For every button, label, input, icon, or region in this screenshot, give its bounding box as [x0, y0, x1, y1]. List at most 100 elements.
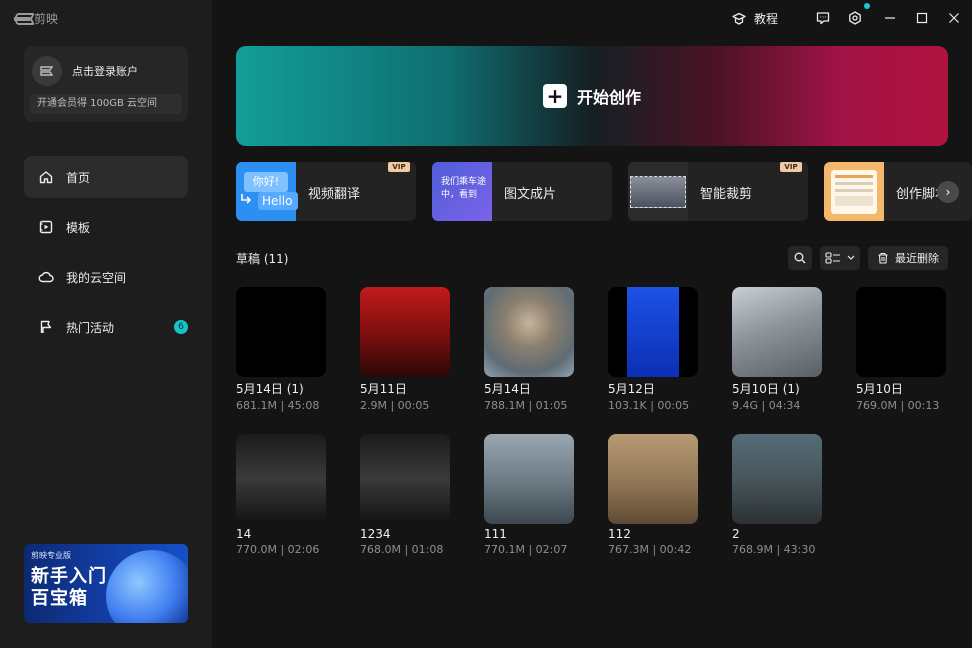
draft-thumbnail[interactable]	[608, 434, 698, 524]
close-button[interactable]	[946, 10, 962, 26]
draft-item[interactable]: 1234 768.0M | 01:08	[360, 434, 450, 556]
settings-button[interactable]	[847, 10, 863, 26]
quick-action-label: 图文成片	[504, 187, 557, 202]
draft-name: 5月11日	[360, 382, 407, 396]
chevron-right-icon: ›	[945, 185, 951, 199]
text-to-video-thumb: 我们乘车途中，看到	[432, 162, 492, 221]
app-window: 剪映 点击登录账户 开通会员得 100GB 云空间 首页 模板 我的云空间 热门…	[0, 0, 972, 648]
user-logo-icon	[40, 66, 54, 76]
recent-delete-button[interactable]: 最近删除	[868, 246, 948, 270]
draft-item[interactable]: 5月10日 769.0M | 00:13	[856, 287, 946, 412]
vip-badge: VIP	[388, 162, 410, 172]
draft-meta: 2.9M | 00:05	[360, 399, 430, 412]
draft-thumbnail[interactable]	[236, 434, 326, 524]
view-mode-button[interactable]	[820, 246, 860, 270]
quick-action-smart-crop[interactable]: 智能裁剪 VIP	[628, 162, 808, 221]
draft-thumbnail[interactable]	[732, 287, 822, 377]
membership-promo[interactable]: 开通会员得 100GB 云空间	[30, 94, 182, 114]
start-creation-label: 开始创作	[576, 88, 641, 107]
title-bar: 教程	[212, 0, 972, 36]
draft-meta: 9.4G | 04:34	[732, 399, 801, 412]
draft-item[interactable]: 112 767.3M | 00:42	[608, 434, 698, 556]
sidebar-item-label: 模板	[66, 220, 91, 235]
draft-name: 111	[484, 527, 507, 541]
drafts-title: 草稿 (11)	[236, 252, 289, 266]
sidebar-item-label: 首页	[66, 170, 91, 185]
draft-meta: 103.1K | 00:05	[608, 399, 690, 412]
draft-item[interactable]: 5月10日 (1) 9.4G | 04:34	[732, 287, 822, 412]
login-link[interactable]: 点击登录账户	[72, 63, 138, 79]
draft-item[interactable]: 5月12日 103.1K | 00:05	[608, 287, 698, 412]
plus-icon: +	[542, 84, 567, 108]
draft-name: 5月12日	[608, 382, 655, 396]
minimize-button[interactable]	[882, 10, 898, 26]
scroll-right-button[interactable]: ›	[937, 181, 959, 203]
capcut-logo-icon	[14, 13, 30, 25]
sidebar-item-templates[interactable]: 模板	[24, 206, 188, 248]
crop-frame	[630, 176, 686, 208]
recent-delete-label: 最近删除	[895, 252, 939, 265]
feedback-button[interactable]	[815, 10, 831, 26]
cloud-icon	[38, 269, 54, 285]
trash-icon	[878, 252, 888, 264]
banner-title-line2: 百宝箱	[31, 588, 88, 609]
template-icon	[38, 219, 54, 235]
draft-item[interactable]: 5月14日 788.1M | 01:05	[484, 287, 574, 412]
translate-arrow-icon	[241, 194, 252, 204]
grid-view-icon	[825, 252, 840, 264]
thumb-text-hello-en: Hello	[258, 192, 298, 210]
graduation-cap-icon	[732, 12, 746, 25]
sidebar-item-home[interactable]: 首页	[24, 156, 188, 198]
quick-action-label: 智能裁剪	[700, 187, 753, 202]
draft-item[interactable]: 5月14日 (1) 681.1M | 45:08	[236, 287, 326, 412]
app-name: 剪映	[34, 12, 59, 26]
message-icon	[816, 12, 830, 25]
banner-brand: 剪映专业版	[31, 551, 71, 560]
draft-thumbnail[interactable]	[360, 287, 450, 377]
draft-thumbnail[interactable]	[484, 434, 574, 524]
draft-name: 5月14日	[484, 382, 531, 396]
quick-action-text-to-video[interactable]: 我们乘车途中，看到 图文成片	[432, 162, 612, 221]
script-thumb	[824, 162, 884, 221]
script-paper	[831, 170, 877, 214]
draft-name: 5月10日	[856, 382, 903, 396]
draft-item[interactable]: 2 768.9M | 43:30	[732, 434, 822, 556]
tutorial-button[interactable]: 教程	[732, 10, 778, 27]
tutorial-label: 教程	[754, 12, 779, 26]
draft-item[interactable]: 111 770.1M | 02:07	[484, 434, 574, 556]
maximize-icon	[916, 12, 928, 24]
banner-title-line1: 新手入门	[31, 566, 107, 587]
draft-thumbnail[interactable]	[236, 287, 326, 377]
banner-title: 新手入门 百宝箱	[31, 566, 107, 610]
search-icon	[794, 252, 806, 264]
sidebar-item-cloud[interactable]: 我的云空间	[24, 256, 188, 298]
draft-meta: 681.1M | 45:08	[236, 399, 320, 412]
avatar[interactable]	[32, 56, 62, 86]
quick-action-video-translate[interactable]: 你好! Hello 视频翻译 VIP	[236, 162, 416, 221]
vertical-video-frame	[627, 287, 679, 377]
draft-meta: 788.1M | 01:05	[484, 399, 568, 412]
sidebar: 剪映 点击登录账户 开通会员得 100GB 云空间 首页 模板 我的云空间 热门…	[0, 0, 212, 648]
draft-item[interactable]: 14 770.0M | 02:06	[236, 434, 326, 556]
login-card[interactable]: 点击登录账户 开通会员得 100GB 云空间	[24, 46, 188, 122]
draft-name: 14	[236, 527, 252, 541]
draft-thumbnail[interactable]	[360, 434, 450, 524]
draft-thumbnail[interactable]	[484, 287, 574, 377]
search-button[interactable]	[788, 246, 812, 270]
sidebar-item-events[interactable]: 热门活动 6	[24, 306, 188, 348]
close-icon	[949, 13, 959, 23]
draft-thumbnail[interactable]	[856, 287, 946, 377]
maximize-button[interactable]	[914, 10, 930, 26]
start-creation-button[interactable]: + 开始创作	[236, 46, 948, 146]
draft-thumbnail[interactable]	[608, 287, 698, 377]
sidebar-item-label: 热门活动	[66, 320, 115, 335]
draft-thumbnail[interactable]	[732, 434, 822, 524]
draft-name: 112	[608, 527, 631, 541]
vip-badge: VIP	[780, 162, 802, 172]
draft-item[interactable]: 5月11日 2.9M | 00:05	[360, 287, 450, 412]
gear-icon	[849, 11, 861, 25]
draft-meta: 768.9M | 43:30	[732, 543, 816, 556]
draft-meta: 767.3M | 00:42	[608, 543, 692, 556]
beginner-guide-banner[interactable]: 剪映专业版 新手入门 百宝箱	[24, 544, 188, 623]
home-icon	[38, 169, 54, 185]
